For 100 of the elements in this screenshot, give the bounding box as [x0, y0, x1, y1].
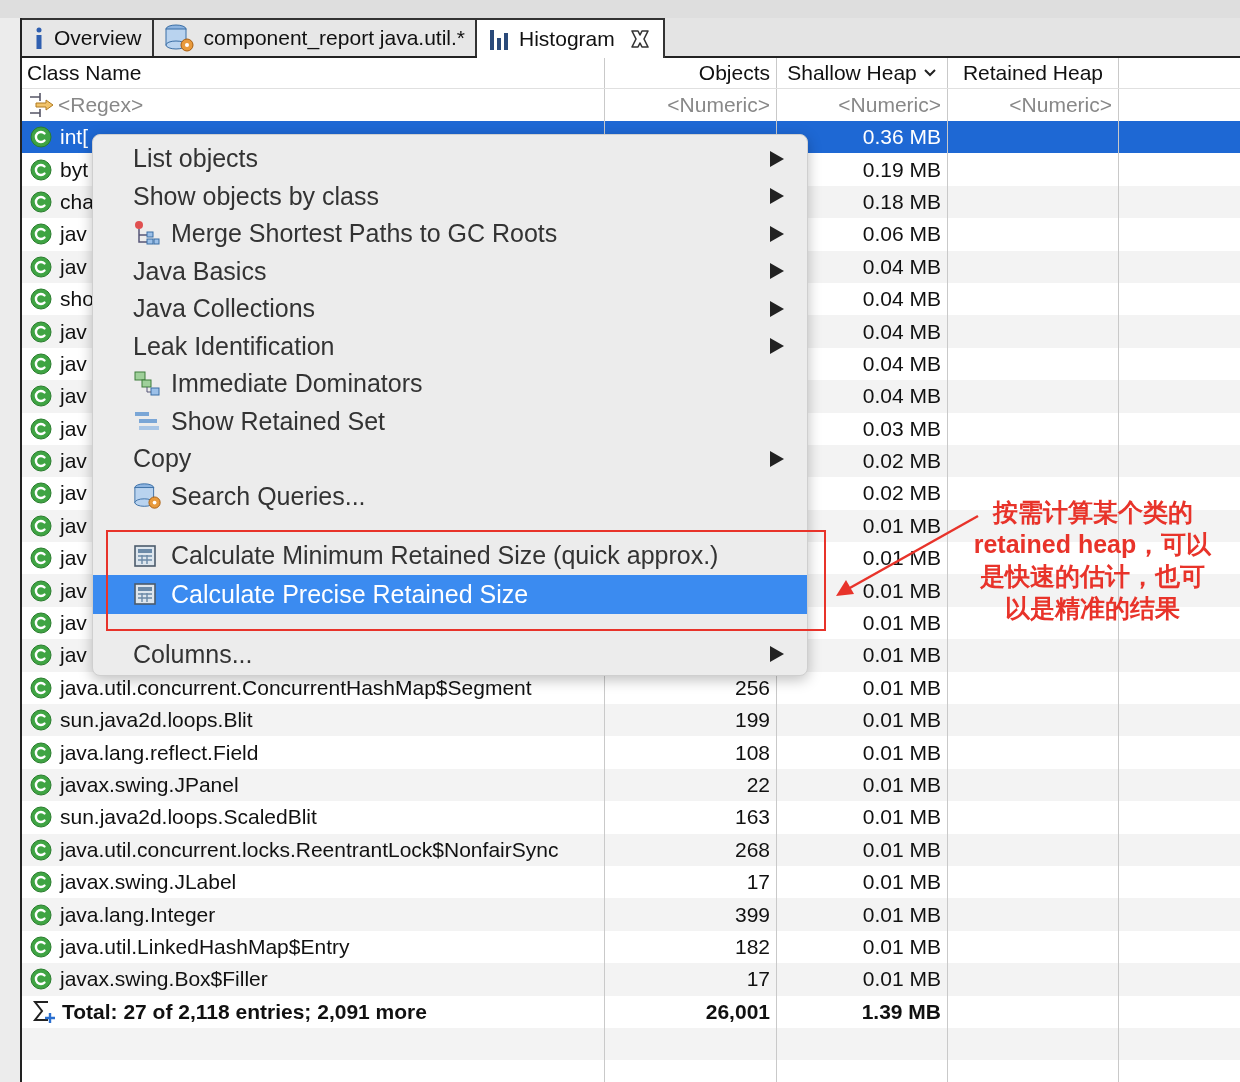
class-name: javax.swing.JPanel [60, 773, 239, 797]
class-name: jav [60, 416, 87, 441]
class-name: jav [60, 611, 87, 636]
shallow-heap: 0.01 MB [862, 708, 941, 733]
menu-item[interactable]: Merge Shortest Paths to GC Roots [93, 215, 807, 253]
filter-field[interactable]: <Numeric> [838, 93, 941, 117]
class-name: jav [60, 254, 87, 279]
shallow-heap: 0.01 MB [862, 643, 941, 668]
shallow-heap: 0.06 MB [862, 222, 941, 247]
menu-item[interactable]: Calculate Minimum Retained Size (quick approx.) [93, 537, 807, 575]
shallow-heap: 0.02 MB [862, 481, 941, 506]
total-label: Total: 27 of 2,118 entries; 2,091 more [62, 999, 427, 1024]
class-icon [30, 579, 52, 602]
menu-item[interactable]: Search Queries... [93, 477, 807, 515]
menu-item[interactable]: Leak Identification [93, 327, 807, 365]
column-header[interactable]: Class Name [22, 58, 605, 88]
submenu-arrow-icon [769, 149, 785, 168]
class-icon [30, 871, 52, 894]
class-name: jav [60, 481, 87, 506]
tab[interactable]: Histogram [477, 18, 665, 58]
class-icon [30, 935, 52, 958]
class-name: int[ [60, 125, 88, 150]
class-name: jav [60, 351, 87, 376]
tab[interactable]: component_report java.util.* [153, 18, 478, 56]
object-count: 268 [734, 837, 770, 862]
menu-item[interactable]: Java Collections [93, 290, 807, 328]
filter-field[interactable]: <Numeric> [667, 93, 770, 117]
menu-item[interactable]: Columns... [93, 635, 807, 673]
annotation-text: 以是精准的结果 [1005, 593, 1180, 624]
class-icon [30, 320, 52, 343]
shallow-heap: 0.04 MB [862, 254, 941, 279]
shallow-heap: 0.04 MB [862, 351, 941, 376]
shallow-heap: 0.01 MB [862, 740, 941, 765]
class-icon [30, 385, 52, 408]
shallow-heap: 0.04 MB [862, 287, 941, 312]
class-icon [30, 774, 52, 796]
tab[interactable]: Overview [22, 18, 154, 56]
filter-field[interactable]: <Numeric> [1009, 93, 1112, 117]
class-icon [30, 709, 52, 732]
column-header[interactable]: Retained Heap [948, 58, 1119, 88]
class-icon [30, 352, 52, 375]
close-icon[interactable] [628, 28, 651, 50]
object-count: 399 [734, 902, 770, 927]
class-icon [30, 255, 52, 278]
class-icon [30, 644, 52, 667]
shallow-heap: 0.01 MB [862, 611, 941, 636]
sort-caret-icon [922, 68, 937, 78]
class-name: java.util.concurrent.ConcurrentHashMap$Segment [60, 675, 532, 700]
class-icon [30, 838, 52, 861]
menu-item[interactable]: Java Basics [93, 252, 807, 290]
filter-field[interactable]: <Regex> [58, 93, 144, 117]
shallow-heap: 0.01 MB [862, 773, 941, 797]
class-name: javax.swing.JLabel [60, 870, 237, 895]
menu-item[interactable]: Immediate Dominators [93, 365, 807, 403]
menu-item[interactable]: List objects [93, 140, 807, 178]
object-count: 163 [734, 805, 770, 830]
menu-item[interactable]: Show Retained Set [93, 402, 807, 440]
class-name: sho [60, 287, 94, 312]
class-icon [30, 126, 52, 149]
shallow-heap: 0.01 MB [862, 934, 941, 959]
shallow-heap: 0.18 MB [862, 189, 941, 214]
class-icon [30, 190, 52, 213]
class-name: java.lang.Integer [60, 902, 216, 927]
class-icon [30, 806, 52, 829]
class-name: java.lang.reflect.Field [60, 740, 259, 765]
class-icon [30, 417, 52, 440]
shallow-heap: 0.36 MB [862, 125, 941, 150]
class-icon [30, 288, 52, 311]
object-count: 22 [746, 773, 770, 797]
class-name: jav [60, 449, 87, 474]
shallow-heap: 0.04 MB [862, 384, 941, 409]
submenu-arrow-icon [769, 262, 785, 281]
tree-icon [133, 219, 161, 248]
class-icon [30, 482, 52, 505]
shallow-heap: 0.01 MB [862, 805, 941, 830]
class-icon [30, 450, 52, 473]
database-gear-icon [133, 481, 163, 512]
submenu-arrow-icon [769, 645, 785, 664]
column-header[interactable]: Shallow Heap [777, 58, 948, 88]
object-count: 199 [734, 708, 770, 733]
submenu-arrow-icon [769, 224, 785, 243]
sum-icon [32, 998, 56, 1025]
menu-item[interactable]: Show objects by class [93, 177, 807, 215]
total-shallow-heap: 1.39 MB [861, 999, 941, 1024]
submenu-arrow-icon [769, 187, 785, 206]
class-name: sun.java2d.loops.ScaledBlit [60, 805, 317, 830]
menu-item[interactable]: Copy [93, 440, 807, 478]
class-name: jav [60, 222, 87, 247]
object-count: 256 [734, 675, 770, 700]
column-header[interactable]: Objects [605, 58, 777, 88]
class-name: sun.java2d.loops.Blit [60, 708, 253, 733]
database-gear-icon [163, 23, 196, 53]
object-count: 17 [746, 967, 770, 992]
shallow-heap: 0.04 MB [862, 319, 941, 344]
class-name: jav [60, 384, 87, 409]
hierarchy-icon [133, 369, 161, 398]
annotation-text: retained heap，可以 [973, 529, 1212, 560]
class-name: jav [60, 319, 87, 344]
class-name: jav [60, 546, 87, 571]
object-count: 182 [734, 934, 770, 959]
